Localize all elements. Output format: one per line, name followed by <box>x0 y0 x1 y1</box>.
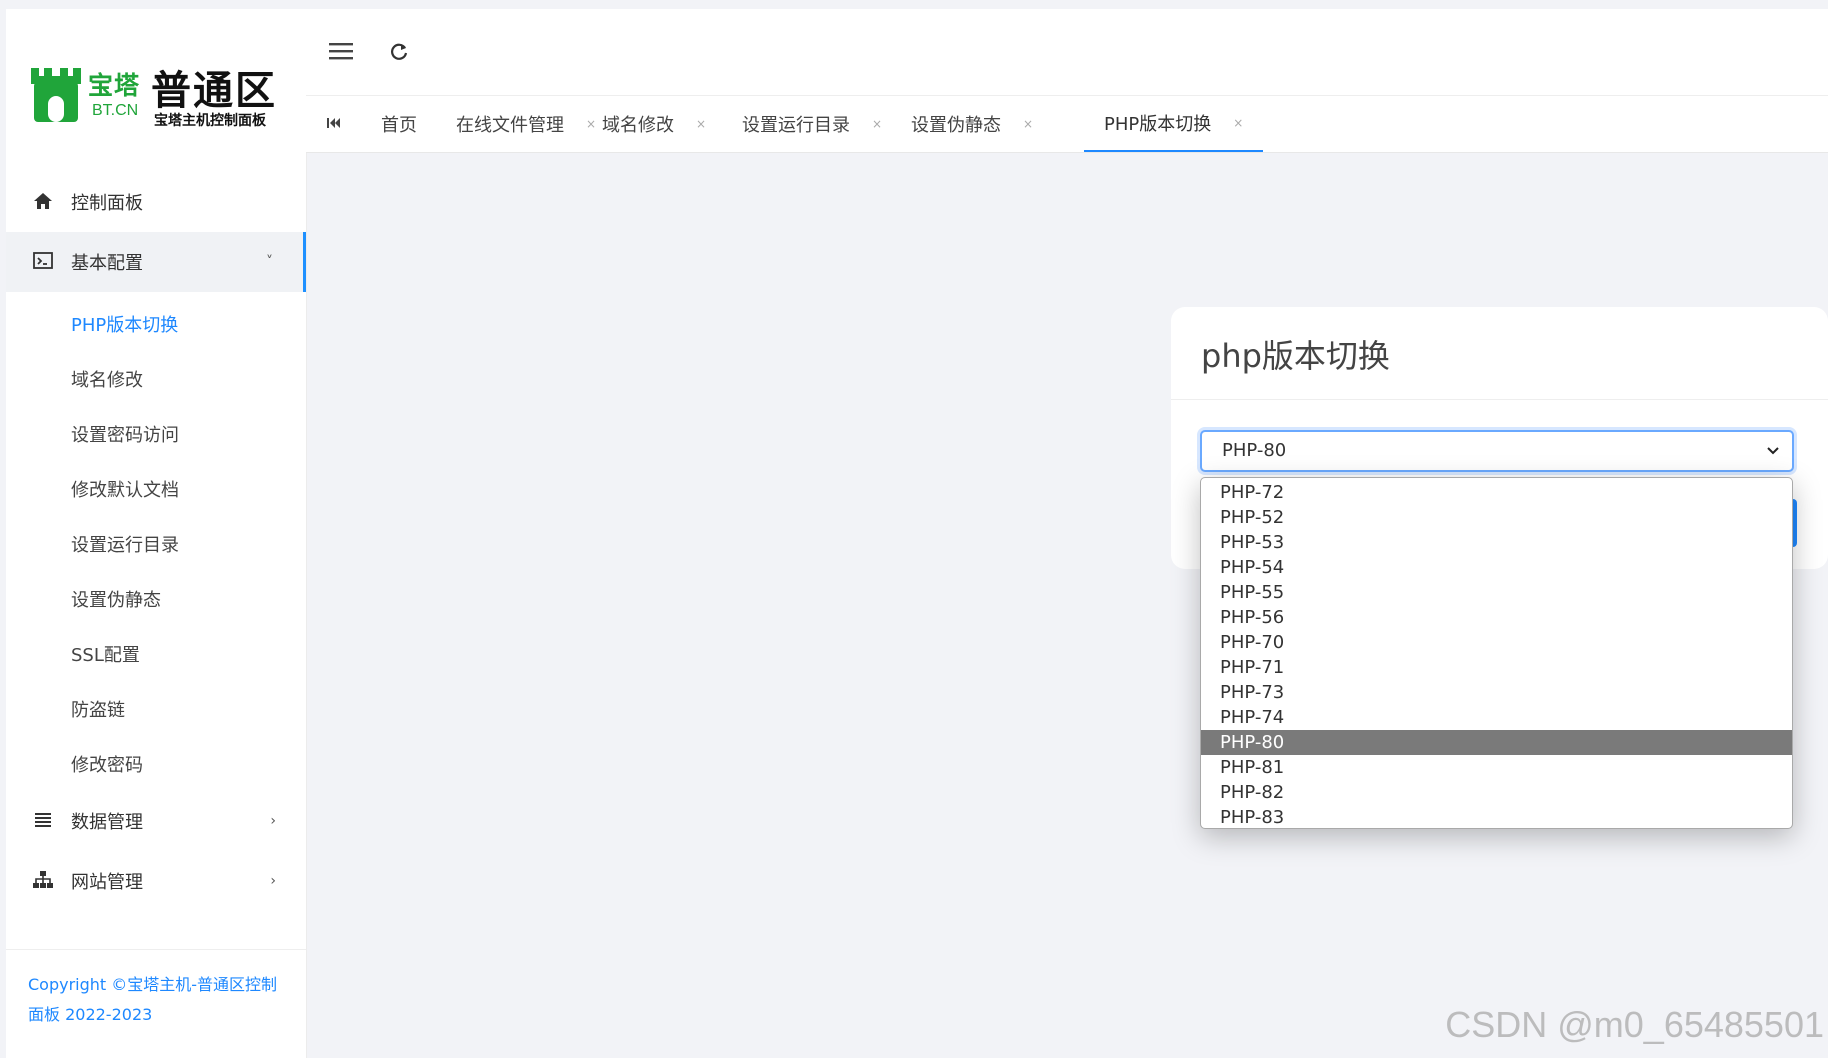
top-header <box>306 9 1828 96</box>
tab-label: 在线文件管理 <box>456 115 564 136</box>
submenu-item-php-version[interactable]: PHP版本切换 <box>6 296 306 351</box>
tab-label: 设置运行目录 <box>742 115 850 136</box>
sidebar-item-label: 控制面板 <box>71 193 143 214</box>
logo-en-text: BT.CN <box>92 102 139 119</box>
sidebar-menu: 控制面板 基本配置 ˅ PHP版本切换 域名修改 设置密码访问 修改默认文档 设… <box>6 172 306 911</box>
submenu-item-ssl[interactable]: SSL配置 <box>6 626 306 681</box>
sidebar: 宝塔 BT.CN 普通区 宝塔主机控制面板 控制面板 基本配置 ˅ PHP版本切… <box>6 9 307 1058</box>
brand-title: 普通区 <box>151 68 277 114</box>
submenu-basic-config: PHP版本切换 域名修改 设置密码访问 修改默认文档 设置运行目录 设置伪静态 … <box>6 292 306 791</box>
tab-rewrite[interactable]: 设置伪静态 × <box>911 96 1033 152</box>
option-php-55[interactable]: PHP-55 <box>1201 580 1792 605</box>
tab-file-manager[interactable]: 在线文件管理 × <box>456 96 596 152</box>
submenu-item-hotlink[interactable]: 防盗链 <box>6 681 306 736</box>
tab-label: PHP版本切换 <box>1104 114 1212 135</box>
logo-cn-text: 宝塔 <box>88 71 141 100</box>
option-php-80[interactable]: PHP-80 <box>1201 730 1792 755</box>
close-icon[interactable]: × <box>586 117 596 131</box>
option-php-54[interactable]: PHP-54 <box>1201 555 1792 580</box>
card-divider <box>1171 399 1828 400</box>
chevron-right-icon: › <box>270 813 276 829</box>
submenu-item-domain[interactable]: 域名修改 <box>6 351 306 406</box>
option-php-73[interactable]: PHP-73 <box>1201 680 1792 705</box>
option-php-74[interactable]: PHP-74 <box>1201 705 1792 730</box>
option-php-72[interactable]: PHP-72 <box>1201 480 1792 505</box>
sidebar-item-basic-config[interactable]: 基本配置 ˅ <box>6 232 306 292</box>
submenu-item-default-doc[interactable]: 修改默认文档 <box>6 461 306 516</box>
tab-php-version[interactable]: PHP版本切换 × <box>1084 96 1264 152</box>
tab-label: 设置伪静态 <box>911 115 1001 136</box>
option-php-81[interactable]: PHP-81 <box>1201 755 1792 780</box>
tab-label: 域名修改 <box>602 115 674 136</box>
tab-home[interactable]: 首页 <box>381 96 417 152</box>
submenu-item-run-dir[interactable]: 设置运行目录 <box>6 516 306 571</box>
sidebar-item-data-management[interactable]: 数据管理 › <box>6 791 306 851</box>
chevron-down-icon: ˅ <box>266 254 273 270</box>
php-version-select[interactable]: PHP-80 <box>1200 430 1794 472</box>
sidebar-item-label: 网站管理 <box>71 872 143 893</box>
close-icon[interactable]: × <box>1233 116 1243 130</box>
sidebar-item-label: 数据管理 <box>71 812 143 833</box>
sidebar-item-label: 基本配置 <box>71 253 143 274</box>
sidebar-item-site-management[interactable]: 网站管理 › <box>6 851 306 911</box>
option-php-82[interactable]: PHP-82 <box>1201 780 1792 805</box>
close-icon[interactable]: × <box>872 117 882 131</box>
close-icon[interactable]: × <box>696 117 706 131</box>
pagoda-logo-icon <box>31 68 81 122</box>
brand-subtitle: 宝塔主机控制面板 <box>154 113 266 129</box>
tab-run-dir[interactable]: 设置运行目录 × <box>742 96 882 152</box>
option-php-83[interactable]: PHP-83 <box>1201 805 1792 828</box>
logo[interactable]: 宝塔 BT.CN 普通区 宝塔主机控制面板 <box>26 54 286 134</box>
sitemap-icon <box>33 871 53 888</box>
copyright-text: Copyright ©宝塔主机-普通区控制面板 2022-2023 <box>28 975 278 1024</box>
list-icon <box>35 813 51 827</box>
option-php-53[interactable]: PHP-53 <box>1201 530 1792 555</box>
tab-domain[interactable]: 域名修改 × <box>602 96 706 152</box>
terminal-icon <box>33 252 53 269</box>
refresh-icon[interactable] <box>388 39 410 63</box>
sidebar-item-dashboard[interactable]: 控制面板 <box>6 172 306 232</box>
submenu-item-rewrite[interactable]: 设置伪静态 <box>6 571 306 626</box>
option-php-70[interactable]: PHP-70 <box>1201 630 1792 655</box>
tab-scroll-left-icon[interactable] <box>324 114 342 132</box>
tab-label: 首页 <box>381 115 417 136</box>
tab-bar: 首页 在线文件管理 × 域名修改 × 设置运行目录 × 设置伪静态 × PHP版… <box>306 96 1828 153</box>
menu-toggle-icon[interactable] <box>328 39 354 63</box>
option-php-52[interactable]: PHP-52 <box>1201 505 1792 530</box>
sidebar-divider <box>6 949 306 950</box>
watermark: CSDN @m0_65485501 <box>1445 1004 1824 1045</box>
chevron-down-icon <box>1767 447 1779 455</box>
submenu-item-password-access[interactable]: 设置密码访问 <box>6 406 306 461</box>
select-value: PHP-80 <box>1222 440 1287 461</box>
php-version-dropdown[interactable]: PHP-72 PHP-52 PHP-53 PHP-54 PHP-55 PHP-5… <box>1200 477 1793 829</box>
card-title: php版本切换 <box>1201 337 1390 375</box>
chevron-right-icon: › <box>270 873 276 889</box>
close-icon[interactable]: × <box>1023 117 1033 131</box>
submenu-item-change-password[interactable]: 修改密码 <box>6 736 306 791</box>
option-php-71[interactable]: PHP-71 <box>1201 655 1792 680</box>
option-php-56[interactable]: PHP-56 <box>1201 605 1792 630</box>
home-icon <box>34 193 52 209</box>
